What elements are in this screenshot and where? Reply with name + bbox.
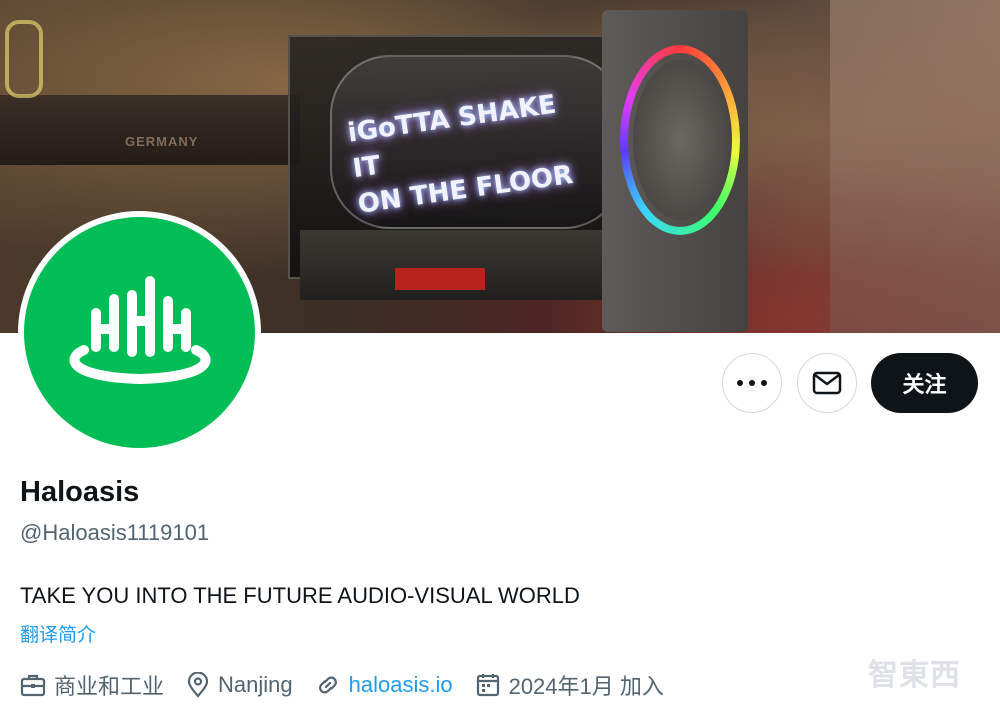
- briefcase-icon: [20, 674, 46, 697]
- website-link[interactable]: haloasis.io: [349, 672, 453, 698]
- banner-neon-sign: [5, 20, 43, 98]
- meta-category-text: 商业和工业: [54, 674, 165, 699]
- meta-location: Nanjing: [186, 672, 293, 698]
- haloasis-logo-icon: [69, 276, 211, 385]
- banner-person: [830, 0, 1000, 333]
- banner-shelf-text: GERMANY: [125, 134, 199, 149]
- meta-joined: 2024年1月 加入: [475, 669, 664, 701]
- profile-bio: TAKE YOU INTO THE FUTURE AUDIO-VISUAL WO…: [20, 583, 580, 608]
- mail-icon: [812, 371, 842, 395]
- more-button[interactable]: [722, 353, 782, 413]
- meta-category: 商业和工业: [20, 669, 164, 701]
- meta-website[interactable]: haloasis.io: [315, 672, 453, 698]
- banner-base-accent: [395, 268, 485, 290]
- profile-meta: 商业和工业 Nanjing haloasis.io 2024年1月 加入: [20, 668, 686, 702]
- more-dots-icon: [737, 380, 767, 386]
- avatar[interactable]: [18, 211, 261, 454]
- watermark-logo: 智東西: [868, 658, 961, 693]
- user-handle: @Haloasis1119101: [20, 520, 210, 545]
- follow-button[interactable]: 关注: [871, 353, 978, 413]
- location-pin-icon: [187, 672, 209, 698]
- link-icon: [318, 676, 337, 694]
- meta-joined-text: 2024年1月 加入: [508, 674, 664, 699]
- meta-location-text: Nanjing: [218, 672, 293, 697]
- display-name: Haloasis: [20, 476, 140, 508]
- translate-bio-link[interactable]: 翻译简介: [20, 620, 96, 647]
- message-button[interactable]: [797, 353, 857, 413]
- banner-rgb-ring: [620, 45, 740, 235]
- banner-shelf: [0, 95, 300, 165]
- calendar-icon: [476, 674, 499, 697]
